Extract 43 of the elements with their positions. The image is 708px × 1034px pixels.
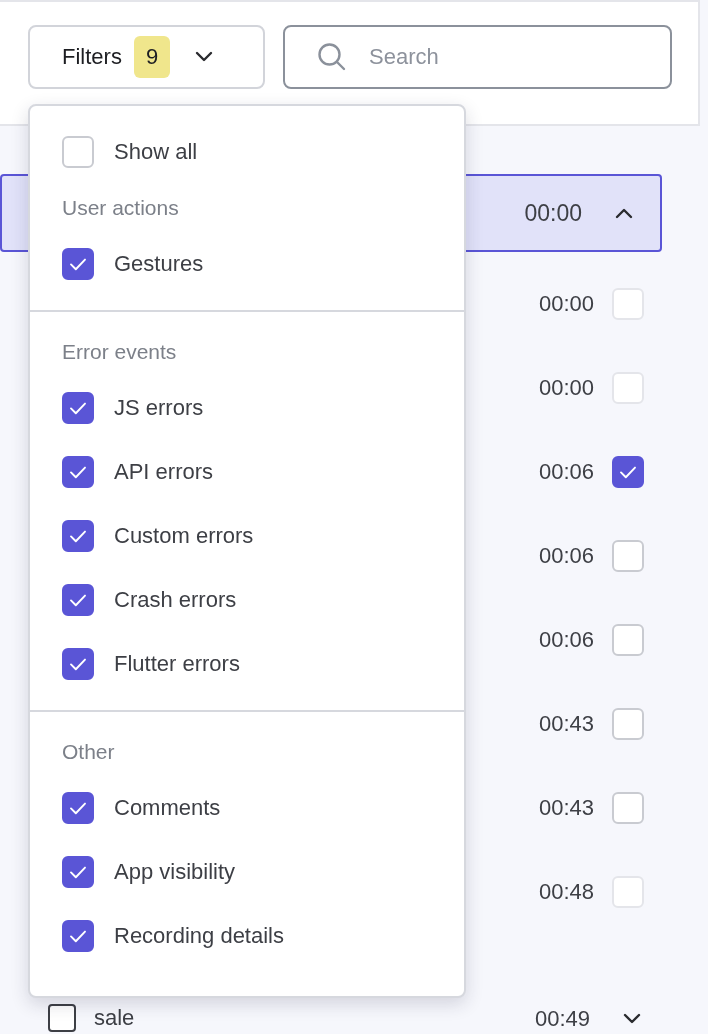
event-time: 00:06: [538, 459, 594, 485]
filters-button[interactable]: Filters 9: [28, 25, 265, 89]
event-time: 00:48: [538, 879, 594, 905]
filter-option[interactable]: Gestures: [114, 251, 204, 277]
filter-option[interactable]: Crash errors: [114, 587, 237, 613]
checkbox[interactable]: [62, 792, 94, 824]
search-field[interactable]: Search: [283, 25, 672, 89]
event-time: 00:06: [538, 543, 594, 569]
filter-option[interactable]: API errors: [114, 459, 214, 485]
event-time: 00:43: [538, 795, 594, 821]
checkbox[interactable]: [48, 1004, 76, 1032]
search-icon: [317, 42, 347, 72]
checkbox[interactable]: [62, 248, 94, 280]
event-time: 00:00: [538, 291, 594, 317]
event-time: 00:49: [534, 1006, 590, 1032]
checkbox[interactable]: [62, 392, 94, 424]
chevron-down-icon: [194, 51, 215, 63]
checkbox[interactable]: [612, 456, 644, 488]
checkbox[interactable]: [62, 520, 94, 552]
caret-up-icon: [614, 207, 634, 219]
chevron-down-icon: [622, 1013, 642, 1025]
filter-option[interactable]: Custom errors: [114, 523, 254, 549]
section-heading: Other: [62, 740, 115, 764]
search-input[interactable]: Search: [367, 43, 651, 71]
filter-option[interactable]: Flutter errors: [114, 651, 240, 677]
group-label: sale: [94, 1005, 135, 1031]
event-time: 00:00: [538, 375, 594, 401]
count-badge: 9: [133, 36, 171, 78]
filter-option[interactable]: Comments: [114, 795, 221, 821]
filter-option[interactable]: Recording details: [114, 923, 284, 949]
checkbox[interactable]: [62, 648, 94, 680]
checkbox[interactable]: [62, 456, 94, 488]
event-time: 00:06: [538, 627, 594, 653]
checkbox[interactable]: [62, 584, 94, 616]
section-heading: User actions: [62, 196, 179, 220]
filter-option[interactable]: App visibility: [114, 859, 236, 885]
filter-option[interactable]: Show all: [114, 139, 198, 165]
section-heading: Error events: [62, 340, 177, 364]
checkbox[interactable]: [62, 856, 94, 888]
checkbox[interactable]: [62, 920, 94, 952]
event-time: 00:43: [538, 711, 594, 737]
event-time: 00:00: [524, 199, 582, 227]
filter-option[interactable]: JS errors: [114, 395, 204, 421]
